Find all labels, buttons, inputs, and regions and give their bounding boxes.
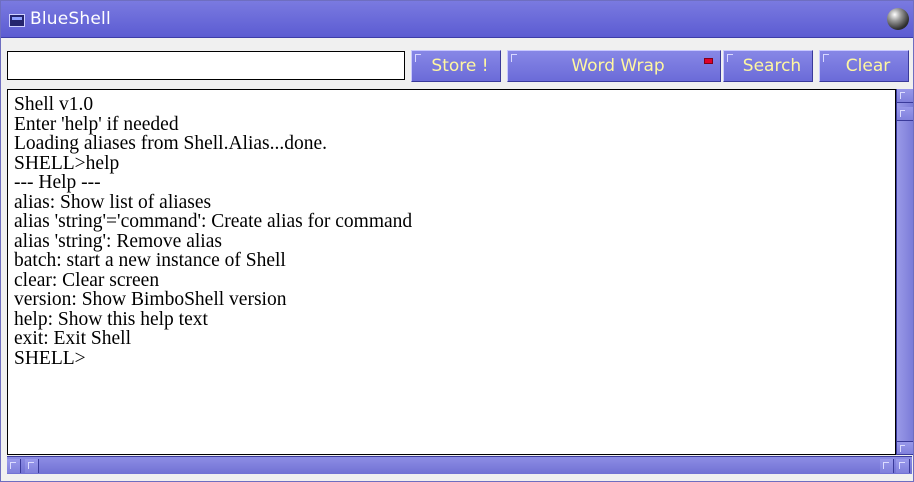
console-line: Loading aliases from Shell.Alias...done. [14,133,328,154]
search-button-label: Search [742,56,802,76]
scroll-up-button[interactable] [897,89,913,103]
clear-button-label: Clear [845,56,891,76]
console-line: alias 'string'='command': Create alias f… [14,211,413,232]
window-title: BlueShell [30,9,111,29]
toolbar: Store ! Word Wrap Search Clear [1,38,913,86]
button-corner-icon [511,54,517,62]
scroll-right-button[interactable] [880,459,894,473]
word-wrap-indicator-icon [704,58,713,64]
console-line: alias: Show list of aliases [14,191,212,213]
store-button-label: Store ! [431,56,489,76]
scroll-left-button[interactable] [7,459,21,473]
console-line: batch: start a new instance of Shell [14,250,286,271]
command-input[interactable] [7,51,405,80]
console-line: version: Show BimboShell version [14,289,287,310]
console-line: Enter 'help' if needed [14,113,179,135]
close-ball-icon[interactable] [887,8,909,30]
button-corner-icon [823,54,829,62]
console-line: clear: Clear screen [14,269,160,291]
console-output[interactable]: Shell v1.0 Enter 'help' if needed Loadin… [7,89,896,455]
button-corner-icon [415,54,421,62]
blueshell-window: BlueShell Store ! Word Wrap Search Clear… [0,0,914,482]
console-line: SHELL>help [14,152,120,174]
horizontal-scrollbar[interactable] [7,456,912,474]
resize-corner-button[interactable] [896,459,910,473]
vertical-scroll-thumb[interactable] [897,107,913,121]
clear-button[interactable]: Clear [819,50,909,82]
word-wrap-button[interactable]: Word Wrap [507,50,721,82]
console-prompt: SHELL> [14,347,86,369]
console-line: Shell v1.0 [14,94,94,115]
title-bar[interactable]: BlueShell [1,1,913,38]
store-button[interactable]: Store ! [411,50,501,82]
scroll-down-button[interactable] [897,441,913,455]
horizontal-scroll-thumb[interactable] [25,459,39,473]
console-line: --- Help --- [14,172,101,193]
console-line: exit: Exit Shell [14,328,131,349]
word-wrap-button-label: Word Wrap [571,56,665,76]
console-line: help: Show this help text [14,308,208,330]
console-text: Shell v1.0 Enter 'help' if needed Loadin… [8,90,895,368]
button-corner-icon [727,54,733,62]
window-icon [9,14,25,27]
console-line: alias 'string': Remove alias [14,230,222,252]
vertical-scrollbar[interactable] [896,89,913,455]
search-button[interactable]: Search [723,50,813,82]
